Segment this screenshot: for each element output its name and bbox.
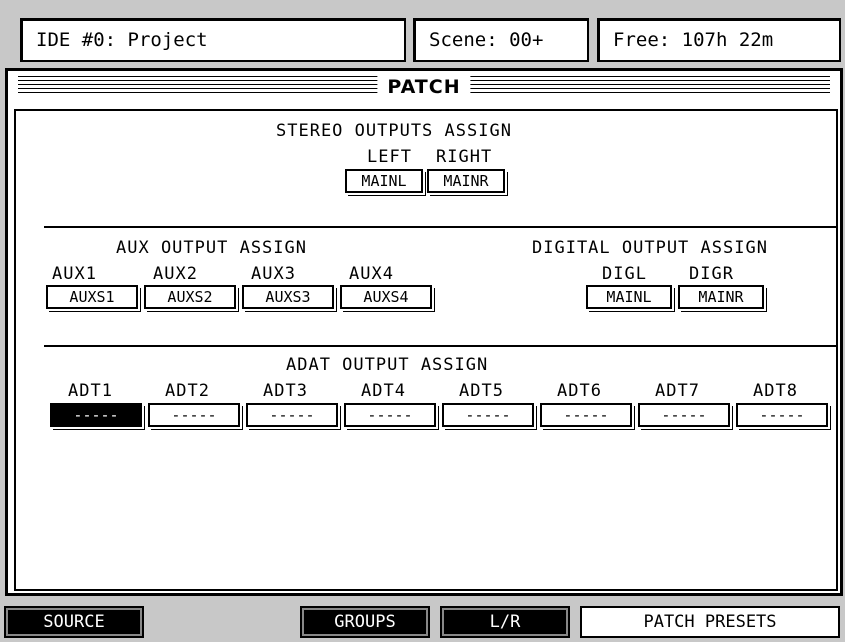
aux3-label: AUX3 [251, 264, 296, 284]
aux4-select[interactable]: AUXS4 [340, 285, 432, 309]
digl-label: DIGL [602, 264, 647, 284]
adt6-select[interactable]: ----- [540, 403, 632, 427]
digl-select[interactable]: MAINL [586, 285, 672, 309]
aux3-select[interactable]: AUXS3 [242, 285, 334, 309]
patch-content: STEREO OUTPUTS ASSIGN LEFT RIGHT MAINL M… [14, 109, 838, 591]
stereo-left-select[interactable]: MAINL [345, 169, 423, 193]
free-time: Free: 107h 22m [597, 18, 841, 62]
adt4-label: ADT4 [361, 381, 406, 401]
adt7-select[interactable]: ----- [638, 403, 730, 427]
patch-panel: PATCH STEREO OUTPUTS ASSIGN LEFT RIGHT M… [5, 68, 843, 596]
adt8-select[interactable]: ----- [736, 403, 828, 427]
panel-title: PATCH [377, 71, 471, 103]
aux-heading: AUX OUTPUT ASSIGN [116, 238, 307, 258]
divider-1 [44, 226, 836, 228]
project-name: IDE #0: Project [20, 18, 406, 62]
adt2-select[interactable]: ----- [148, 403, 240, 427]
source-button[interactable]: SOURCE [4, 606, 144, 638]
scene-indicator: Scene: 00+ [413, 18, 589, 62]
panel-title-bar: PATCH [8, 71, 840, 103]
stereo-left-label: LEFT [367, 147, 412, 167]
adt5-select[interactable]: ----- [442, 403, 534, 427]
stereo-right-label: RIGHT [436, 147, 493, 167]
adt5-label: ADT5 [459, 381, 504, 401]
aux1-label: AUX1 [52, 264, 97, 284]
adt3-label: ADT3 [263, 381, 308, 401]
stereo-right-select[interactable]: MAINR [427, 169, 505, 193]
stereo-heading: STEREO OUTPUTS ASSIGN [276, 121, 512, 141]
divider-2 [44, 345, 836, 347]
aux2-label: AUX2 [153, 264, 198, 284]
adat-heading: ADAT OUTPUT ASSIGN [286, 355, 489, 375]
digr-label: DIGR [689, 264, 734, 284]
adt1-select[interactable]: ----- [50, 403, 142, 427]
lr-button[interactable]: L/R [440, 606, 570, 638]
aux1-select[interactable]: AUXS1 [46, 285, 138, 309]
patch-presets-button[interactable]: PATCH PRESETS [580, 606, 840, 638]
adt8-label: ADT8 [753, 381, 798, 401]
adt7-label: ADT7 [655, 381, 700, 401]
adt2-label: ADT2 [165, 381, 210, 401]
adt6-label: ADT6 [557, 381, 602, 401]
digital-heading: DIGITAL OUTPUT ASSIGN [532, 238, 768, 258]
digr-select[interactable]: MAINR [678, 285, 764, 309]
adt4-select[interactable]: ----- [344, 403, 436, 427]
adt1-label: ADT1 [68, 381, 113, 401]
adt3-select[interactable]: ----- [246, 403, 338, 427]
groups-button[interactable]: GROUPS [300, 606, 430, 638]
aux4-label: AUX4 [349, 264, 394, 284]
aux2-select[interactable]: AUXS2 [144, 285, 236, 309]
